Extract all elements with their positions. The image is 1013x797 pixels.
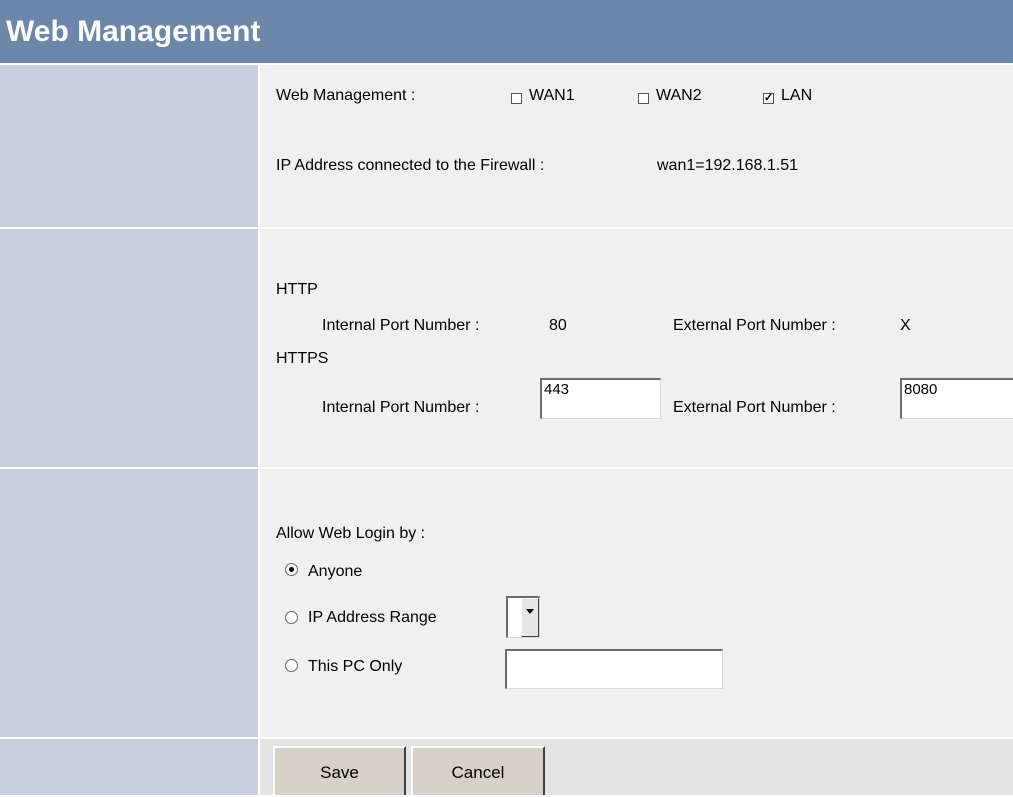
allow-web-login-label: Allow Web Login by : bbox=[276, 525, 426, 542]
lan-checkbox[interactable]: ✓ bbox=[763, 93, 774, 104]
https-internal-port-label: Internal Port Number : bbox=[322, 399, 480, 416]
https-external-port-input[interactable]: 8080 bbox=[900, 378, 1013, 419]
row-management-cell: Web Management : WAN1 WAN2 ✓ LAN IP Addr… bbox=[260, 65, 1013, 227]
row-actions-label-cell bbox=[0, 739, 258, 795]
http-external-port-label: External Port Number : bbox=[673, 317, 836, 334]
ip-range-radio[interactable] bbox=[285, 611, 298, 624]
this-pc-radio[interactable] bbox=[285, 659, 298, 672]
cancel-button[interactable]: Cancel bbox=[411, 746, 545, 795]
https-internal-port-input[interactable]: 443 bbox=[540, 378, 661, 419]
http-internal-port-label: Internal Port Number : bbox=[322, 317, 480, 334]
https-external-port-label: External Port Number : bbox=[673, 399, 836, 416]
save-button[interactable]: Save bbox=[273, 746, 406, 795]
anyone-label: Anyone bbox=[308, 563, 363, 580]
row-ports-cell: HTTP Internal Port Number : 80 External … bbox=[260, 229, 1013, 467]
row-login-label-cell bbox=[0, 469, 258, 737]
page-title: Web Management bbox=[6, 15, 261, 48]
wan1-checkbox[interactable] bbox=[511, 93, 522, 104]
chevron-down-icon[interactable] bbox=[521, 598, 539, 637]
http-title: HTTP bbox=[276, 281, 318, 298]
https-title: HTTPS bbox=[276, 350, 329, 367]
http-internal-port-value: 80 bbox=[549, 317, 567, 334]
wan1-label: WAN1 bbox=[529, 87, 575, 104]
web-management-label: Web Management : bbox=[276, 87, 416, 104]
row-ports-label-cell bbox=[0, 229, 258, 467]
wan2-checkbox[interactable] bbox=[638, 93, 649, 104]
wan2-label: WAN2 bbox=[656, 87, 702, 104]
page-header: Web Management bbox=[0, 0, 1013, 63]
ip-range-select[interactable] bbox=[506, 596, 540, 638]
firewall-ip-label: IP Address connected to the Firewall : bbox=[276, 157, 545, 174]
row-login-cell: Allow Web Login by : Anyone IP Address R… bbox=[260, 469, 1013, 737]
ip-range-label: IP Address Range bbox=[308, 609, 437, 626]
this-pc-label: This PC Only bbox=[308, 658, 403, 675]
lan-label: LAN bbox=[781, 87, 813, 104]
firewall-ip-value: wan1=192.168.1.51 bbox=[657, 157, 799, 174]
anyone-radio[interactable] bbox=[285, 563, 298, 576]
http-external-port-value: X bbox=[900, 317, 911, 334]
row-management-label-cell bbox=[0, 65, 258, 227]
this-pc-input[interactable] bbox=[505, 649, 723, 689]
